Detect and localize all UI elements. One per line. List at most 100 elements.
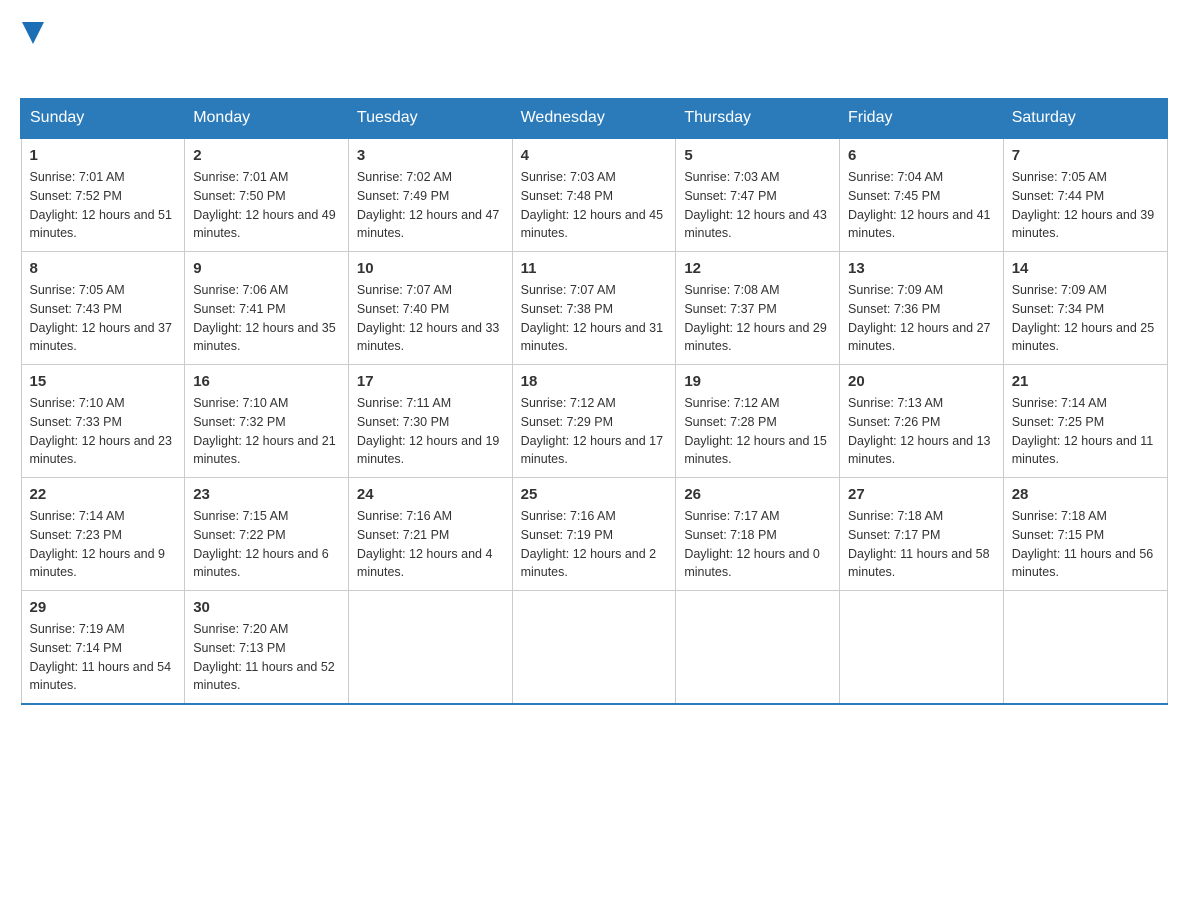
weekday-header-saturday: Saturday bbox=[1003, 99, 1167, 139]
day-sun-info: Sunrise: 7:03 AMSunset: 7:47 PMDaylight:… bbox=[684, 168, 831, 243]
day-sun-info: Sunrise: 7:18 AMSunset: 7:15 PMDaylight:… bbox=[1012, 507, 1159, 582]
day-sun-info: Sunrise: 7:17 AMSunset: 7:18 PMDaylight:… bbox=[684, 507, 831, 582]
day-sun-info: Sunrise: 7:12 AMSunset: 7:29 PMDaylight:… bbox=[521, 394, 668, 469]
day-sun-info: Sunrise: 7:09 AMSunset: 7:34 PMDaylight:… bbox=[1012, 281, 1159, 356]
day-number: 30 bbox=[193, 599, 340, 616]
day-sun-info: Sunrise: 7:16 AMSunset: 7:21 PMDaylight:… bbox=[357, 507, 504, 582]
day-number: 25 bbox=[521, 486, 668, 503]
calendar-cell bbox=[840, 591, 1004, 705]
day-number: 17 bbox=[357, 373, 504, 390]
calendar-cell: 7 Sunrise: 7:05 AMSunset: 7:44 PMDaylight… bbox=[1003, 138, 1167, 252]
calendar-cell: 28 Sunrise: 7:18 AMSunset: 7:15 PMDayligh… bbox=[1003, 478, 1167, 591]
weekday-header-friday: Friday bbox=[840, 99, 1004, 139]
day-number: 11 bbox=[521, 260, 668, 277]
calendar-week-row: 8 Sunrise: 7:05 AMSunset: 7:43 PMDaylight… bbox=[21, 252, 1167, 365]
day-number: 29 bbox=[30, 599, 177, 616]
calendar-cell: 12 Sunrise: 7:08 AMSunset: 7:37 PMDayligh… bbox=[676, 252, 840, 365]
calendar-cell: 5Sunrise: 7:03 AMSunset: 7:47 PMDaylight… bbox=[676, 138, 840, 252]
logo bbox=[20, 20, 44, 78]
weekday-header-wednesday: Wednesday bbox=[512, 99, 676, 139]
calendar-cell bbox=[676, 591, 840, 705]
day-sun-info: Sunrise: 7:14 AMSunset: 7:25 PMDaylight:… bbox=[1012, 394, 1159, 469]
day-sun-info: Sunrise: 7:02 AMSunset: 7:49 PMDaylight:… bbox=[357, 168, 504, 243]
day-sun-info: Sunrise: 7:14 AMSunset: 7:23 PMDaylight:… bbox=[30, 507, 177, 582]
day-number: 24 bbox=[357, 486, 504, 503]
calendar-cell: 27 Sunrise: 7:18 AMSunset: 7:17 PMDayligh… bbox=[840, 478, 1004, 591]
calendar-cell bbox=[348, 591, 512, 705]
day-sun-info: Sunrise: 7:01 AMSunset: 7:52 PMDaylight:… bbox=[30, 168, 177, 243]
day-number: 27 bbox=[848, 486, 995, 503]
weekday-header-sunday: Sunday bbox=[21, 99, 185, 139]
calendar-table: SundayMondayTuesdayWednesdayThursdayFrid… bbox=[20, 98, 1168, 705]
calendar-cell: 11 Sunrise: 7:07 AMSunset: 7:38 PMDayligh… bbox=[512, 252, 676, 365]
day-number: 1 bbox=[30, 147, 177, 164]
day-sun-info: Sunrise: 7:15 AMSunset: 7:22 PMDaylight:… bbox=[193, 507, 340, 582]
calendar-cell: 25 Sunrise: 7:16 AMSunset: 7:19 PMDayligh… bbox=[512, 478, 676, 591]
calendar-cell: 2 Sunrise: 7:01 AMSunset: 7:50 PMDaylight… bbox=[185, 138, 349, 252]
calendar-cell: 22Sunrise: 7:14 AMSunset: 7:23 PMDayligh… bbox=[21, 478, 185, 591]
day-number: 3 bbox=[357, 147, 504, 164]
day-number: 15 bbox=[30, 373, 177, 390]
calendar-header-row: SundayMondayTuesdayWednesdayThursdayFrid… bbox=[21, 99, 1167, 139]
calendar-cell: 19 Sunrise: 7:12 AMSunset: 7:28 PMDayligh… bbox=[676, 365, 840, 478]
day-number: 4 bbox=[521, 147, 668, 164]
calendar-cell: 13 Sunrise: 7:09 AMSunset: 7:36 PMDayligh… bbox=[840, 252, 1004, 365]
calendar-cell: 3 Sunrise: 7:02 AMSunset: 7:49 PMDaylight… bbox=[348, 138, 512, 252]
calendar-cell: 26Sunrise: 7:17 AMSunset: 7:18 PMDayligh… bbox=[676, 478, 840, 591]
calendar-cell: 23 Sunrise: 7:15 AMSunset: 7:22 PMDayligh… bbox=[185, 478, 349, 591]
calendar-cell: 15 Sunrise: 7:10 AMSunset: 7:33 PMDayligh… bbox=[21, 365, 185, 478]
calendar-cell: 1 Sunrise: 7:01 AMSunset: 7:52 PMDaylight… bbox=[21, 138, 185, 252]
day-number: 8 bbox=[30, 260, 177, 277]
page-header bbox=[20, 20, 1168, 78]
day-sun-info: Sunrise: 7:09 AMSunset: 7:36 PMDaylight:… bbox=[848, 281, 995, 356]
day-sun-info: Sunrise: 7:16 AMSunset: 7:19 PMDaylight:… bbox=[521, 507, 668, 582]
calendar-cell: 8 Sunrise: 7:05 AMSunset: 7:43 PMDaylight… bbox=[21, 252, 185, 365]
day-sun-info: Sunrise: 7:11 AMSunset: 7:30 PMDaylight:… bbox=[357, 394, 504, 469]
day-sun-info: Sunrise: 7:05 AMSunset: 7:43 PMDaylight:… bbox=[30, 281, 177, 356]
day-number: 21 bbox=[1012, 373, 1159, 390]
calendar-cell: 14 Sunrise: 7:09 AMSunset: 7:34 PMDayligh… bbox=[1003, 252, 1167, 365]
day-number: 19 bbox=[684, 373, 831, 390]
day-number: 2 bbox=[193, 147, 340, 164]
calendar-cell bbox=[512, 591, 676, 705]
day-number: 13 bbox=[848, 260, 995, 277]
calendar-cell: 17 Sunrise: 7:11 AMSunset: 7:30 PMDayligh… bbox=[348, 365, 512, 478]
day-sun-info: Sunrise: 7:12 AMSunset: 7:28 PMDaylight:… bbox=[684, 394, 831, 469]
day-sun-info: Sunrise: 7:05 AMSunset: 7:44 PMDaylight:… bbox=[1012, 168, 1159, 243]
day-sun-info: Sunrise: 7:10 AMSunset: 7:33 PMDaylight:… bbox=[30, 394, 177, 469]
calendar-cell: 9 Sunrise: 7:06 AMSunset: 7:41 PMDaylight… bbox=[185, 252, 349, 365]
calendar-cell: 16 Sunrise: 7:10 AMSunset: 7:32 PMDayligh… bbox=[185, 365, 349, 478]
day-sun-info: Sunrise: 7:07 AMSunset: 7:40 PMDaylight:… bbox=[357, 281, 504, 356]
calendar-cell: 21 Sunrise: 7:14 AMSunset: 7:25 PMDayligh… bbox=[1003, 365, 1167, 478]
calendar-cell: 18 Sunrise: 7:12 AMSunset: 7:29 PMDayligh… bbox=[512, 365, 676, 478]
calendar-cell: 30 Sunrise: 7:20 AMSunset: 7:13 PMDayligh… bbox=[185, 591, 349, 705]
calendar-cell: 6Sunrise: 7:04 AMSunset: 7:45 PMDaylight… bbox=[840, 138, 1004, 252]
day-number: 7 bbox=[1012, 147, 1159, 164]
calendar-week-row: 22Sunrise: 7:14 AMSunset: 7:23 PMDayligh… bbox=[21, 478, 1167, 591]
day-sun-info: Sunrise: 7:08 AMSunset: 7:37 PMDaylight:… bbox=[684, 281, 831, 356]
day-number: 23 bbox=[193, 486, 340, 503]
day-sun-info: Sunrise: 7:18 AMSunset: 7:17 PMDaylight:… bbox=[848, 507, 995, 582]
calendar-cell: 20Sunrise: 7:13 AMSunset: 7:26 PMDayligh… bbox=[840, 365, 1004, 478]
day-number: 16 bbox=[193, 373, 340, 390]
logo-arrow-icon bbox=[22, 22, 44, 44]
day-number: 28 bbox=[1012, 486, 1159, 503]
day-sun-info: Sunrise: 7:13 AMSunset: 7:26 PMDaylight:… bbox=[848, 394, 995, 469]
day-sun-info: Sunrise: 7:03 AMSunset: 7:48 PMDaylight:… bbox=[521, 168, 668, 243]
weekday-header-monday: Monday bbox=[185, 99, 349, 139]
day-number: 9 bbox=[193, 260, 340, 277]
day-sun-info: Sunrise: 7:01 AMSunset: 7:50 PMDaylight:… bbox=[193, 168, 340, 243]
day-sun-info: Sunrise: 7:20 AMSunset: 7:13 PMDaylight:… bbox=[193, 620, 340, 695]
weekday-header-thursday: Thursday bbox=[676, 99, 840, 139]
day-sun-info: Sunrise: 7:04 AMSunset: 7:45 PMDaylight:… bbox=[848, 168, 995, 243]
day-number: 14 bbox=[1012, 260, 1159, 277]
day-sun-info: Sunrise: 7:10 AMSunset: 7:32 PMDaylight:… bbox=[193, 394, 340, 469]
calendar-cell: 10Sunrise: 7:07 AMSunset: 7:40 PMDayligh… bbox=[348, 252, 512, 365]
calendar-cell: 24 Sunrise: 7:16 AMSunset: 7:21 PMDayligh… bbox=[348, 478, 512, 591]
calendar-week-row: 15 Sunrise: 7:10 AMSunset: 7:33 PMDayligh… bbox=[21, 365, 1167, 478]
calendar-cell: 4 Sunrise: 7:03 AMSunset: 7:48 PMDaylight… bbox=[512, 138, 676, 252]
day-sun-info: Sunrise: 7:06 AMSunset: 7:41 PMDaylight:… bbox=[193, 281, 340, 356]
day-number: 18 bbox=[521, 373, 668, 390]
day-sun-info: Sunrise: 7:07 AMSunset: 7:38 PMDaylight:… bbox=[521, 281, 668, 356]
day-number: 12 bbox=[684, 260, 831, 277]
